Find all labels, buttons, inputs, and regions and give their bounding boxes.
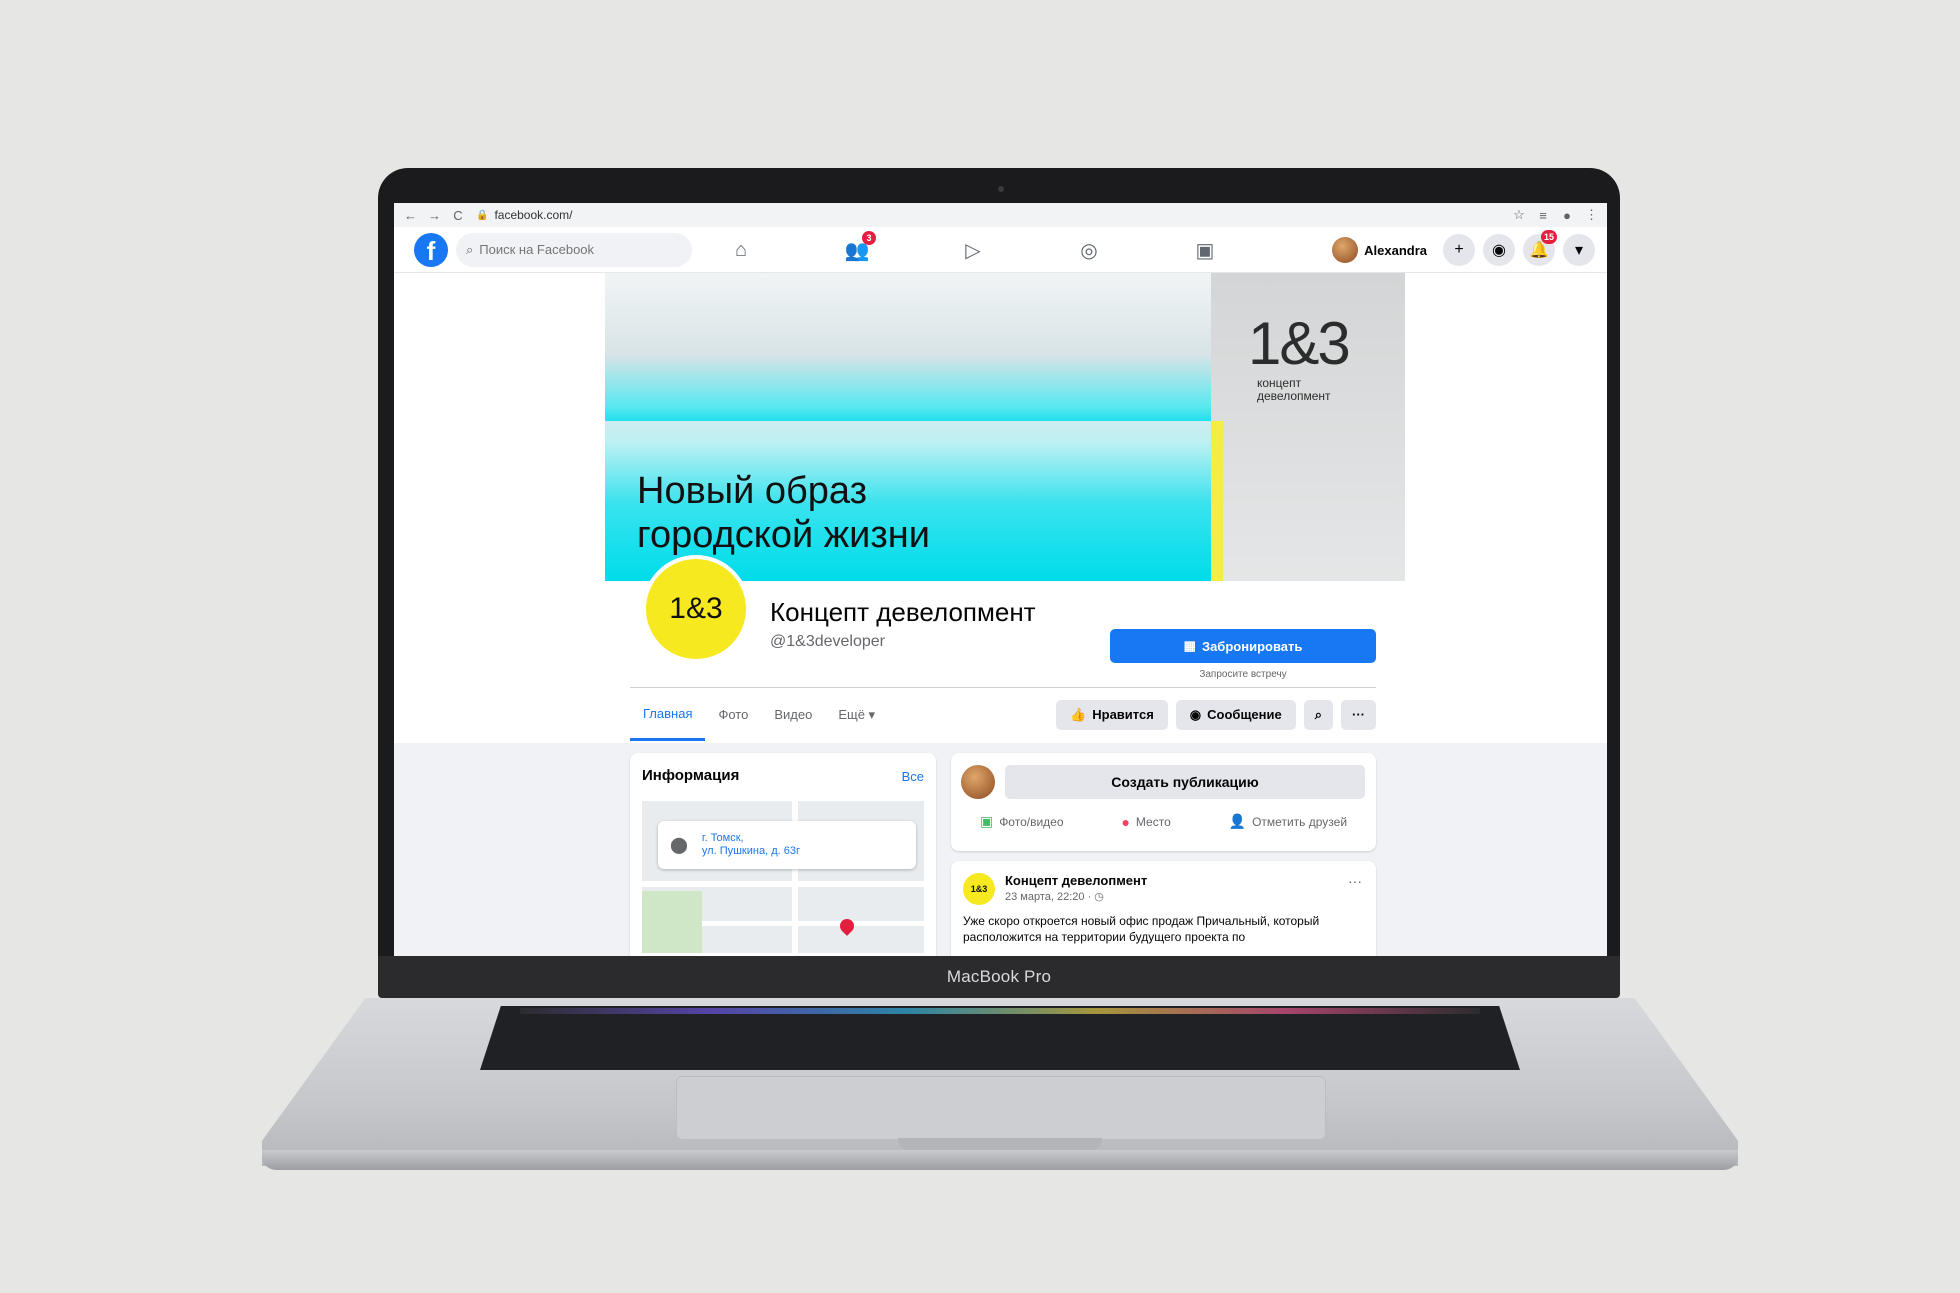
photo-icon: ▣ — [979, 813, 994, 829]
info-title: Информация — [642, 767, 740, 784]
tab-home[interactable]: Главная — [630, 689, 706, 741]
cover-yellow-stripe — [1211, 421, 1223, 581]
info-card: Информация Все ⬤ г. Томск, ул. Пушкина, … — [630, 753, 936, 956]
map-marker-icon — [837, 916, 857, 936]
map-road — [642, 881, 924, 887]
search-box[interactable]: ⌕ — [456, 232, 692, 267]
search-icon: ⌕ — [1314, 706, 1322, 722]
lock-icon: 🔒 — [476, 209, 489, 221]
location-pin-icon: ⬤ — [670, 837, 688, 854]
book-subtext: Запросите встречу — [1199, 669, 1287, 680]
post-composer: Создать публикацию ▣ Фото/видео ● Место … — [951, 753, 1376, 851]
create-plus-icon[interactable]: + — [1443, 234, 1475, 266]
page-title: Концепт девелопмент — [770, 597, 1036, 627]
watch-icon[interactable]: ▷ — [956, 235, 990, 265]
page-tabs: Главная Фото Видео Ещё ▾ 👍 Нравится ◉ Со… — [630, 687, 1376, 741]
screen: ← → C 🔒 facebook.com/ ☆ ≡ ● ⋮ f ⌕ ⌂ 👥3 ▷… — [394, 203, 1607, 956]
map-road — [702, 921, 924, 926]
notifications-bell-icon[interactable]: 🔔 15 — [1523, 230, 1557, 266]
calendar-icon: ▦ — [1183, 638, 1196, 653]
map-park — [642, 891, 702, 953]
cover-headline: Новый образ городской жизни — [637, 470, 931, 556]
friends-icon[interactable]: 👥 3 — [840, 231, 876, 265]
location-map[interactable]: ⬤ г. Томск, ул. Пушкина, д. 63г — [642, 801, 924, 953]
tab-photos[interactable]: Фото — [705, 689, 761, 741]
laptop-chin: MacBook Pro — [378, 956, 1620, 998]
messenger-icon: ◉ — [1189, 706, 1202, 722]
page-actions: 👍 Нравится ◉ Сообщение ⌕ ··· — [1056, 699, 1376, 730]
page-search-button[interactable]: ⌕ — [1303, 699, 1333, 730]
photo-video-button[interactable]: ▣ Фото/видео — [980, 813, 1064, 830]
address-bar[interactable]: 🔒 facebook.com/ — [476, 208, 573, 222]
page-more-button[interactable]: ··· — [1341, 699, 1376, 730]
facebook-logo[interactable]: f — [414, 232, 448, 267]
back-icon[interactable]: ← — [404, 208, 417, 223]
info-see-all-link[interactable]: Все — [902, 769, 924, 784]
forward-icon[interactable]: → — [428, 208, 441, 223]
account-icon[interactable]: ● — [1561, 208, 1573, 223]
post-card: 1&3 Концепт девелопмент 23 марта, 22:20 … — [951, 861, 1376, 956]
post-text: Уже скоро откроется новый офис продаж Пр… — [963, 914, 1320, 944]
device-label: MacBook Pro — [946, 967, 1052, 986]
tab-videos[interactable]: Видео — [761, 689, 825, 741]
groups-icon[interactable]: ◎ — [1072, 235, 1106, 265]
pages-icon[interactable]: ▣ — [1188, 235, 1222, 265]
search-icon: ⌕ — [466, 241, 474, 257]
browser-menu-icon[interactable]: ⋮ — [1585, 207, 1598, 223]
laptop-opening-notch — [898, 1138, 1102, 1150]
location-pin-icon: ● — [1121, 813, 1130, 830]
account-menu-chevron-down-icon[interactable]: ▾ — [1563, 234, 1595, 266]
create-post-button[interactable]: Создать публикацию — [1005, 765, 1365, 799]
reload-icon[interactable]: C — [452, 208, 464, 223]
url-text: facebook.com/ — [494, 208, 573, 222]
address-popup: ⬤ г. Томск, ул. Пушкина, д. 63г — [658, 821, 916, 869]
friends-badge: 3 — [862, 231, 876, 245]
avatar — [1332, 237, 1359, 263]
cover-architecture-band — [605, 273, 1211, 421]
post-timestamp[interactable]: 23 марта, 22:20 · ◷ — [1005, 890, 1104, 903]
place-button[interactable]: ● Место — [1121, 813, 1170, 830]
laptop-base-edge — [262, 1150, 1738, 1170]
cover-logo-subtitle: концепт девелопмент — [1257, 376, 1331, 403]
page-handle: @1&3developer — [770, 633, 885, 650]
home-icon[interactable]: ⌂ — [724, 235, 758, 265]
search-input[interactable] — [479, 242, 670, 257]
composer-actions: ▣ Фото/видео ● Место 👤 Отметить друзей — [951, 813, 1376, 830]
tag-friends-button[interactable]: 👤 Отметить друзей — [1229, 813, 1347, 830]
main-nav: ⌂ 👥 3 ▷ ◎ ▣ — [724, 231, 1222, 265]
address-text[interactable]: г. Томск, ул. Пушкина, д. 63г — [702, 832, 800, 858]
touch-bar — [520, 1008, 1480, 1014]
facebook-topbar: f ⌕ ⌂ 👥3 ▷ ◎ ▣ Alexandra + ◉ 🔔15 ▾ — [394, 227, 1607, 273]
profile-chip[interactable]: Alexandra — [1332, 237, 1427, 263]
book-button[interactable]: ▦ Забронировать — [1110, 629, 1376, 663]
message-button[interactable]: ◉ Сообщение — [1175, 699, 1296, 730]
page-content: 1&3 концепт девелопмент Новый образ горо… — [394, 273, 1607, 956]
tag-people-icon: 👤 — [1228, 813, 1247, 829]
reading-list-icon[interactable]: ≡ — [1537, 208, 1549, 223]
cover-logo: 1&3 — [1248, 310, 1351, 377]
notifications-badge: 15 — [1540, 230, 1557, 244]
messenger-icon[interactable]: ◉ — [1483, 234, 1515, 266]
like-button[interactable]: 👍 Нравится — [1056, 699, 1168, 730]
browser-toolbar: ← → C 🔒 facebook.com/ ☆ ≡ ● ⋮ — [394, 203, 1607, 227]
thumbs-up-icon: 👍 — [1070, 706, 1087, 722]
post-options-icon[interactable]: ··· — [1348, 873, 1362, 889]
page-profile-picture[interactable]: 1&3 — [642, 555, 750, 663]
profile-name: Alexandra — [1364, 242, 1427, 258]
cover-photo[interactable]: 1&3 концепт девелопмент Новый образ горо… — [605, 273, 1405, 581]
account-controls: Alexandra + ◉ 🔔 15 ▾ — [1332, 230, 1595, 266]
avatar — [961, 765, 995, 799]
tab-more[interactable]: Ещё ▾ — [825, 689, 888, 741]
post-author-avatar[interactable]: 1&3 — [963, 873, 995, 905]
trackpad — [676, 1076, 1326, 1140]
bookmark-star-icon[interactable]: ☆ — [1513, 207, 1525, 223]
post-author[interactable]: Концепт девелопмент — [1005, 873, 1147, 888]
camera — [998, 186, 1004, 192]
keyboard — [480, 1006, 1520, 1070]
